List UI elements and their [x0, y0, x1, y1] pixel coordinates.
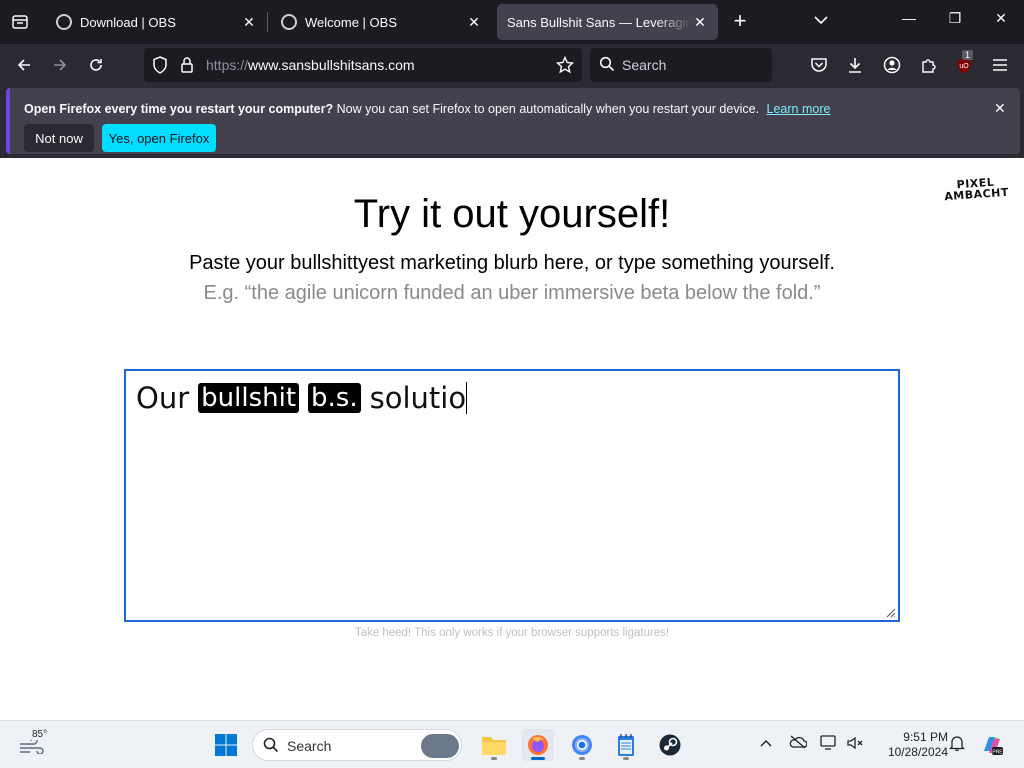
minimize-icon[interactable]: —: [897, 10, 921, 26]
example-text: E.g. “the agile unicorn funded an uber i…: [203, 282, 821, 304]
yes-open-firefox-button[interactable]: Yes, open Firefox: [102, 124, 216, 152]
steam-taskbar-button[interactable]: [654, 729, 686, 761]
windows-taskbar: 85° Search 9:51 PM 10/28/2024 PRE: [0, 720, 1024, 768]
taskbar-search[interactable]: Search: [252, 729, 462, 761]
taskbar-search-placeholder: Search: [287, 738, 332, 754]
page-lead: Paste your bullshittyest marketing blurb…: [189, 252, 835, 274]
forward-icon[interactable]: [48, 53, 72, 77]
tracking-protection-icon[interactable]: [152, 56, 168, 79]
network-icon[interactable]: [820, 735, 838, 754]
firefox-view-icon[interactable]: [8, 10, 32, 34]
notification-panel: Open Firefox every time you restart your…: [6, 88, 1020, 154]
tab-download-obs[interactable]: Download | OBS ✕: [46, 4, 267, 40]
wind-icon: [20, 737, 44, 755]
clock-time: 9:51 PM: [903, 730, 948, 744]
pocket-icon[interactable]: [807, 53, 831, 77]
restore-icon[interactable]: ❐: [943, 10, 967, 27]
tab-close-icon[interactable]: ✕: [692, 14, 708, 31]
page-title: Try it out yourself!: [353, 192, 671, 236]
search-placeholder: Search: [622, 57, 667, 73]
lock-icon[interactable]: [180, 56, 194, 79]
obs-favicon-icon: [56, 14, 72, 30]
list-all-tabs-icon[interactable]: [814, 12, 828, 30]
chrome-icon: [572, 735, 592, 755]
tab-close-icon[interactable]: ✕: [466, 14, 482, 31]
tab-separator: [267, 12, 268, 32]
notification-close-icon[interactable]: ✕: [994, 100, 1006, 117]
back-icon[interactable]: [12, 53, 36, 77]
tab-bar: Download | OBS ✕ Welcome | OBS ✕ Sans Bu…: [0, 0, 1024, 44]
obs-favicon-icon: [281, 14, 297, 30]
windows-logo-icon: [215, 734, 237, 756]
not-now-button[interactable]: Not now: [24, 124, 94, 152]
active-indicator: [531, 757, 545, 760]
url-text[interactable]: https://www.sansbullshitsans.com: [206, 57, 415, 73]
search-icon: [599, 56, 615, 77]
notification-message: Open Firefox every time you restart your…: [24, 102, 830, 116]
blurb-textarea[interactable]: Our bullshit b.s. solutio: [124, 369, 900, 622]
running-indicator: [579, 757, 585, 760]
search-bar[interactable]: Search: [590, 48, 772, 82]
notepad-icon: [618, 734, 634, 756]
nav-bar: https://www.sansbullshitsans.com Search …: [0, 44, 1024, 86]
notifications-bell-icon[interactable]: [948, 735, 966, 754]
tab-title: Download | OBS: [80, 14, 176, 30]
tab-title: Welcome | OBS: [305, 14, 397, 30]
running-indicator: [623, 757, 629, 760]
menu-hamburger-icon[interactable]: [988, 53, 1012, 77]
steam-icon: [659, 734, 681, 756]
folder-icon: [482, 737, 506, 755]
learn-more-link[interactable]: Learn more: [767, 102, 831, 116]
search-highlight-icon: [421, 734, 459, 758]
censored-ligature: bullshit: [198, 383, 300, 413]
close-window-icon[interactable]: ✕: [989, 10, 1013, 27]
weather-widget[interactable]: 85°: [18, 729, 47, 757]
editor-content: Our bullshit b.s. solutio: [136, 381, 468, 415]
start-button[interactable]: [210, 729, 242, 761]
account-icon[interactable]: [880, 53, 904, 77]
volume-muted-icon[interactable]: [846, 735, 864, 754]
running-indicator: [491, 757, 497, 760]
editor-word: Our: [136, 381, 190, 415]
bookmark-star-icon[interactable]: [555, 55, 575, 79]
show-hidden-icons[interactable]: [760, 735, 772, 750]
file-explorer-button[interactable]: [478, 729, 510, 761]
weather-temperature: 85°: [32, 729, 48, 740]
address-bar[interactable]: https://www.sansbullshitsans.com: [144, 48, 582, 82]
tab-sans-bullshit-sans[interactable]: Sans Bullshit Sans — Leveraging the ✕: [497, 4, 718, 40]
web-page: PIXEL AMBACHT Try it out yourself! Paste…: [0, 160, 1024, 720]
firefox-taskbar-button[interactable]: [522, 729, 554, 761]
editor-word: solutio: [369, 381, 467, 415]
tab-close-icon[interactable]: ✕: [241, 14, 257, 31]
copilot-button[interactable]: PRE: [976, 729, 1008, 761]
new-tab-icon[interactable]: +: [728, 10, 752, 34]
notification-bar: Open Firefox every time you restart your…: [0, 86, 1024, 158]
onedrive-icon[interactable]: [789, 735, 808, 752]
text-caret: [466, 382, 468, 414]
downloads-icon[interactable]: [843, 53, 867, 77]
chrome-taskbar-button[interactable]: [566, 729, 598, 761]
firefox-icon: [528, 735, 548, 755]
search-icon: [263, 737, 279, 758]
extension-badge: 1: [962, 50, 974, 60]
resize-grip-icon[interactable]: [884, 606, 896, 618]
svg-text:PRE: PRE: [992, 749, 1003, 755]
svg-text:uO: uO: [959, 63, 969, 70]
notification-title: Open Firefox every time you restart your…: [24, 102, 334, 116]
system-clock[interactable]: 9:51 PM 10/28/2024: [872, 730, 948, 760]
ligature-footnote: Take heed! This only works if your brows…: [354, 627, 670, 639]
notepad-taskbar-button[interactable]: [610, 729, 642, 761]
reload-icon[interactable]: [84, 53, 108, 77]
censored-ligature: b.s.: [308, 383, 361, 413]
tab-welcome-obs[interactable]: Welcome | OBS ✕: [271, 4, 492, 40]
notification-body: Now you can set Firefox to open automati…: [336, 102, 760, 116]
extensions-icon[interactable]: [917, 53, 941, 77]
tab-title: Sans Bullshit Sans — Leveraging the: [507, 14, 692, 30]
copilot-icon: PRE: [984, 737, 1003, 755]
clock-date: 10/28/2024: [887, 745, 948, 759]
